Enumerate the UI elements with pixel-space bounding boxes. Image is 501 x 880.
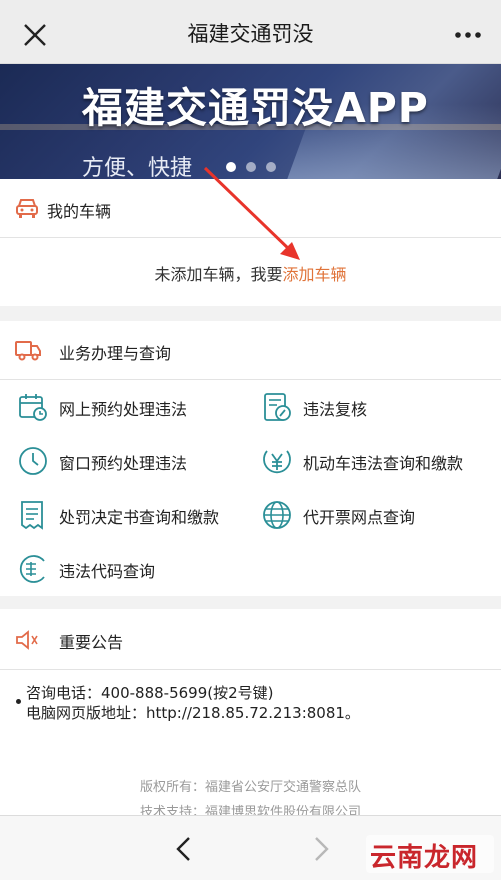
announcement-line[interactable]: 电脑网页版地址：http://218.85.72.213:8081。 [18, 703, 360, 723]
speaker-icon [16, 630, 38, 650]
service-label: 违法复核 [303, 400, 368, 419]
service-penalty-decision-payment[interactable]: 处罚决定书查询和缴款 [17, 495, 247, 535]
service-window-appointment[interactable]: 窗口预约处理违法 [17, 441, 237, 481]
carousel-dots [226, 162, 276, 172]
yen-icon [263, 450, 291, 474]
announcement-card: 重要公告 咨询电话：400-888-5699(按2号键) 电脑网页版地址：htt… [0, 609, 501, 815]
service-label: 窗口预约处理违法 [59, 454, 188, 473]
my-vehicle-header[interactable]: 我的车辆 [0, 179, 501, 238]
banner-title: 福建交通罚没APP [82, 84, 429, 132]
announcement-header: 重要公告 [0, 609, 501, 670]
copyright-text: 版权所有：福建省公安厅交通警察总队 [139, 780, 361, 795]
banner-subtitle: 方便、快捷 [82, 156, 193, 179]
banner-carousel[interactable]: 福建交通罚没APP 方便、快捷 [0, 64, 501, 179]
forward-icon[interactable] [305, 834, 335, 864]
vehicle-empty-message: 未添加车辆，我要添加车辆 [0, 261, 501, 285]
add-vehicle-link[interactable]: 添加车辆 [283, 265, 347, 284]
bullet-icon [16, 699, 21, 704]
service-label: 处罚决定书查询和缴款 [59, 508, 220, 527]
code-icon [19, 555, 45, 583]
announcement-body: 咨询电话：400-888-5699(按2号键) 电脑网页版地址：http://2… [16, 683, 360, 723]
service-violation-review[interactable]: 违法复核 [261, 387, 481, 427]
watermark-text: 云南龙网 [370, 843, 479, 873]
clock-icon [19, 447, 47, 475]
watermark-logo: 云南龙网 [366, 835, 494, 873]
more-icon[interactable] [453, 20, 483, 50]
services-header: 业务办理与查询 [0, 321, 501, 380]
carousel-dot[interactable] [266, 162, 276, 172]
top-bar: 福建交通罚没 [0, 0, 501, 64]
service-label: 违法代码查询 [59, 562, 156, 581]
review-icon [264, 393, 291, 421]
my-vehicle-card: 我的车辆 未添加车辆，我要添加车辆 [0, 179, 501, 306]
globe-icon [263, 501, 291, 529]
service-invoice-outlet-query[interactable]: 代开票网点查询 [261, 495, 481, 535]
truck-icon [15, 341, 41, 361]
service-vehicle-violation-payment[interactable]: 机动车违法查询和缴款 [261, 441, 491, 481]
service-violation-code-query[interactable]: 违法代码查询 [17, 549, 237, 589]
back-icon[interactable] [170, 834, 200, 864]
page-title: 福建交通罚没 [187, 22, 314, 46]
carousel-dot[interactable] [226, 162, 236, 172]
services-card: 业务办理与查询 网上预约处理违法 违法复核 窗口预约处理违法 机动车违法查询和缴… [0, 321, 501, 596]
vehicle-empty-text: 未添加车辆，我要 [154, 265, 283, 284]
announcement-title: 重要公告 [59, 633, 124, 652]
service-label: 网上预约处理违法 [59, 400, 188, 419]
support-text: 技术支持：福建博思软件股份有限公司 [139, 805, 361, 815]
receipt-icon [21, 501, 43, 530]
announcement-line: 咨询电话：400-888-5699(按2号键) [26, 684, 274, 702]
car-icon [16, 199, 38, 218]
services-title: 业务办理与查询 [59, 344, 172, 363]
service-online-appointment[interactable]: 网上预约处理违法 [17, 387, 237, 427]
carousel-dot[interactable] [246, 162, 256, 172]
service-label: 机动车违法查询和缴款 [303, 454, 464, 473]
my-vehicle-title: 我的车辆 [47, 202, 112, 221]
service-label: 代开票网点查询 [303, 508, 416, 527]
calendar-icon [19, 394, 47, 421]
